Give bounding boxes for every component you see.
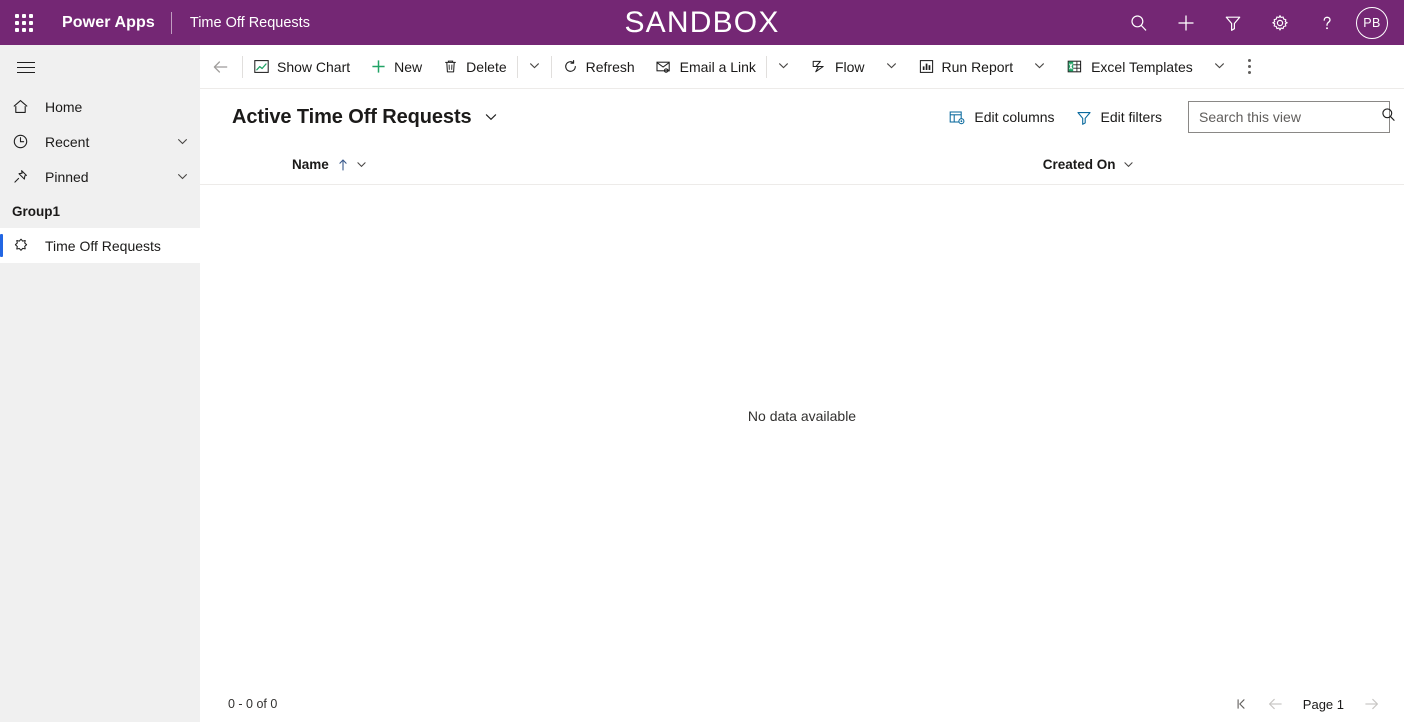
grid-body: No data available bbox=[200, 186, 1404, 686]
column-header-created-on[interactable]: Created On bbox=[1043, 145, 1135, 185]
excel-templates-button[interactable]: Excel Templates bbox=[1056, 45, 1203, 89]
edit-filters-label: Edit filters bbox=[1100, 109, 1162, 125]
excel-templates-caret-button[interactable] bbox=[1203, 45, 1236, 89]
delete-button[interactable]: Delete bbox=[432, 45, 516, 89]
entity-icon bbox=[12, 237, 36, 255]
grid-footer: 0 - 0 of 0 Page 1 bbox=[200, 686, 1404, 722]
flow-button[interactable]: Flow bbox=[800, 45, 875, 89]
view-header-actions: Edit columns Edit filters bbox=[938, 101, 1395, 133]
previous-page-button[interactable] bbox=[1259, 689, 1293, 719]
email-a-link-button[interactable]: Email a Link bbox=[645, 45, 766, 89]
app-header: Power Apps Time Off Requests SANDBOX PB bbox=[0, 0, 1404, 45]
sidebar-item-recent[interactable]: Recent bbox=[0, 124, 200, 159]
show-chart-label: Show Chart bbox=[277, 58, 351, 75]
next-page-button[interactable] bbox=[1354, 689, 1388, 719]
refresh-label: Refresh bbox=[585, 58, 635, 75]
column-header-label: Created On bbox=[1042, 157, 1116, 172]
flow-label: Flow bbox=[834, 58, 865, 75]
brand-title[interactable]: Power Apps bbox=[48, 14, 171, 32]
sidebar-group-label: Group1 bbox=[12, 203, 61, 219]
chevron-down-icon bbox=[527, 58, 542, 76]
empty-state-message: No data available bbox=[747, 408, 857, 424]
edit-filters-button[interactable]: Edit filters bbox=[1065, 101, 1172, 133]
chevron-down-icon[interactable] bbox=[1122, 158, 1135, 171]
chevron-down-icon[interactable] bbox=[175, 134, 190, 149]
avatar[interactable]: PB bbox=[1356, 6, 1388, 39]
sidebar-item-label: Recent bbox=[45, 133, 90, 150]
plus-icon bbox=[370, 58, 387, 75]
edit-columns-button[interactable]: Edit columns bbox=[938, 101, 1064, 133]
excel-icon bbox=[1066, 58, 1084, 75]
sort-ascending-icon bbox=[337, 158, 349, 172]
excel-templates-label: Excel Templates bbox=[1091, 58, 1193, 75]
sidebar-item-label: Time Off Requests bbox=[45, 237, 161, 254]
sidebar: Home Recent Pinned Group1 Time Off Reque… bbox=[0, 45, 200, 722]
app-header-actions: PB bbox=[1115, 0, 1404, 45]
run-report-caret-button[interactable] bbox=[1023, 45, 1056, 89]
sidebar-item-pinned[interactable]: Pinned bbox=[0, 159, 200, 194]
view-header: Active Time Off Requests Edit columns Ed… bbox=[200, 89, 1404, 145]
more-icon bbox=[1247, 59, 1251, 74]
chevron-down-icon[interactable] bbox=[483, 109, 499, 125]
new-label: New bbox=[394, 58, 423, 75]
flow-icon bbox=[810, 58, 828, 75]
view-selector[interactable]: Active Time Off Requests bbox=[232, 106, 499, 129]
search-this-view[interactable] bbox=[1188, 101, 1395, 133]
clock-icon bbox=[12, 133, 36, 150]
report-icon bbox=[918, 58, 935, 75]
chevron-down-icon bbox=[776, 58, 791, 76]
email-a-link-caret-button[interactable] bbox=[767, 45, 800, 89]
pin-icon bbox=[12, 168, 36, 185]
sidebar-item-label: Pinned bbox=[45, 168, 89, 185]
sidebar-item-label: Home bbox=[45, 98, 83, 115]
command-bar: Show Chart New Delete Refresh Email a Li… bbox=[200, 45, 1404, 89]
filter-icon[interactable] bbox=[1209, 0, 1256, 45]
help-icon[interactable] bbox=[1303, 0, 1350, 45]
app-launcher-grid bbox=[15, 13, 33, 32]
sidebar-item-time-off-requests[interactable]: Time Off Requests bbox=[0, 228, 200, 263]
more-commands-button[interactable] bbox=[1236, 45, 1263, 89]
show-chart-button[interactable]: Show Chart bbox=[243, 45, 360, 89]
delete-caret-button[interactable] bbox=[518, 45, 551, 89]
chevron-down-icon[interactable] bbox=[355, 158, 368, 171]
trash-icon bbox=[442, 58, 459, 75]
record-count-label: 0 - 0 of 0 bbox=[228, 697, 278, 711]
hamburger-icon[interactable] bbox=[2, 45, 50, 89]
edit-columns-label: Edit columns bbox=[974, 109, 1055, 125]
email-a-link-label: Email a Link bbox=[679, 58, 756, 75]
refresh-icon bbox=[562, 58, 579, 75]
gear-icon[interactable] bbox=[1256, 0, 1303, 45]
page-title: Active Time Off Requests bbox=[232, 105, 472, 128]
flow-caret-button[interactable] bbox=[875, 45, 908, 89]
edit-columns-icon bbox=[948, 109, 966, 126]
search-icon[interactable] bbox=[1115, 0, 1162, 45]
chevron-down-icon bbox=[884, 58, 899, 76]
email-link-icon bbox=[655, 58, 673, 75]
delete-label: Delete bbox=[466, 58, 507, 75]
first-page-button[interactable] bbox=[1225, 689, 1259, 719]
search-input[interactable] bbox=[1199, 109, 1380, 125]
plus-icon[interactable] bbox=[1162, 0, 1209, 45]
filter-icon bbox=[1075, 109, 1093, 126]
page-label: Page 1 bbox=[1302, 696, 1344, 712]
sidebar-item-home[interactable]: Home bbox=[0, 89, 200, 124]
column-header-label: Name bbox=[292, 157, 329, 172]
column-header-name[interactable]: Name bbox=[292, 145, 368, 185]
back-button[interactable] bbox=[200, 45, 242, 89]
run-report-label: Run Report bbox=[941, 58, 1014, 75]
search-icon[interactable] bbox=[1380, 106, 1397, 128]
chevron-down-icon bbox=[1212, 58, 1227, 76]
show-chart-icon bbox=[253, 58, 270, 75]
app-launcher-icon[interactable] bbox=[0, 0, 48, 45]
new-button[interactable]: New bbox=[360, 45, 432, 89]
chevron-down-icon bbox=[1032, 58, 1047, 76]
run-report-button[interactable]: Run Report bbox=[908, 45, 1024, 89]
grid-header: Name Created On bbox=[200, 145, 1404, 185]
refresh-button[interactable]: Refresh bbox=[552, 45, 645, 89]
pagination: Page 1 bbox=[1225, 689, 1388, 719]
chevron-down-icon[interactable] bbox=[175, 169, 190, 184]
home-icon bbox=[12, 98, 36, 115]
app-name-label[interactable]: Time Off Requests bbox=[172, 15, 310, 31]
